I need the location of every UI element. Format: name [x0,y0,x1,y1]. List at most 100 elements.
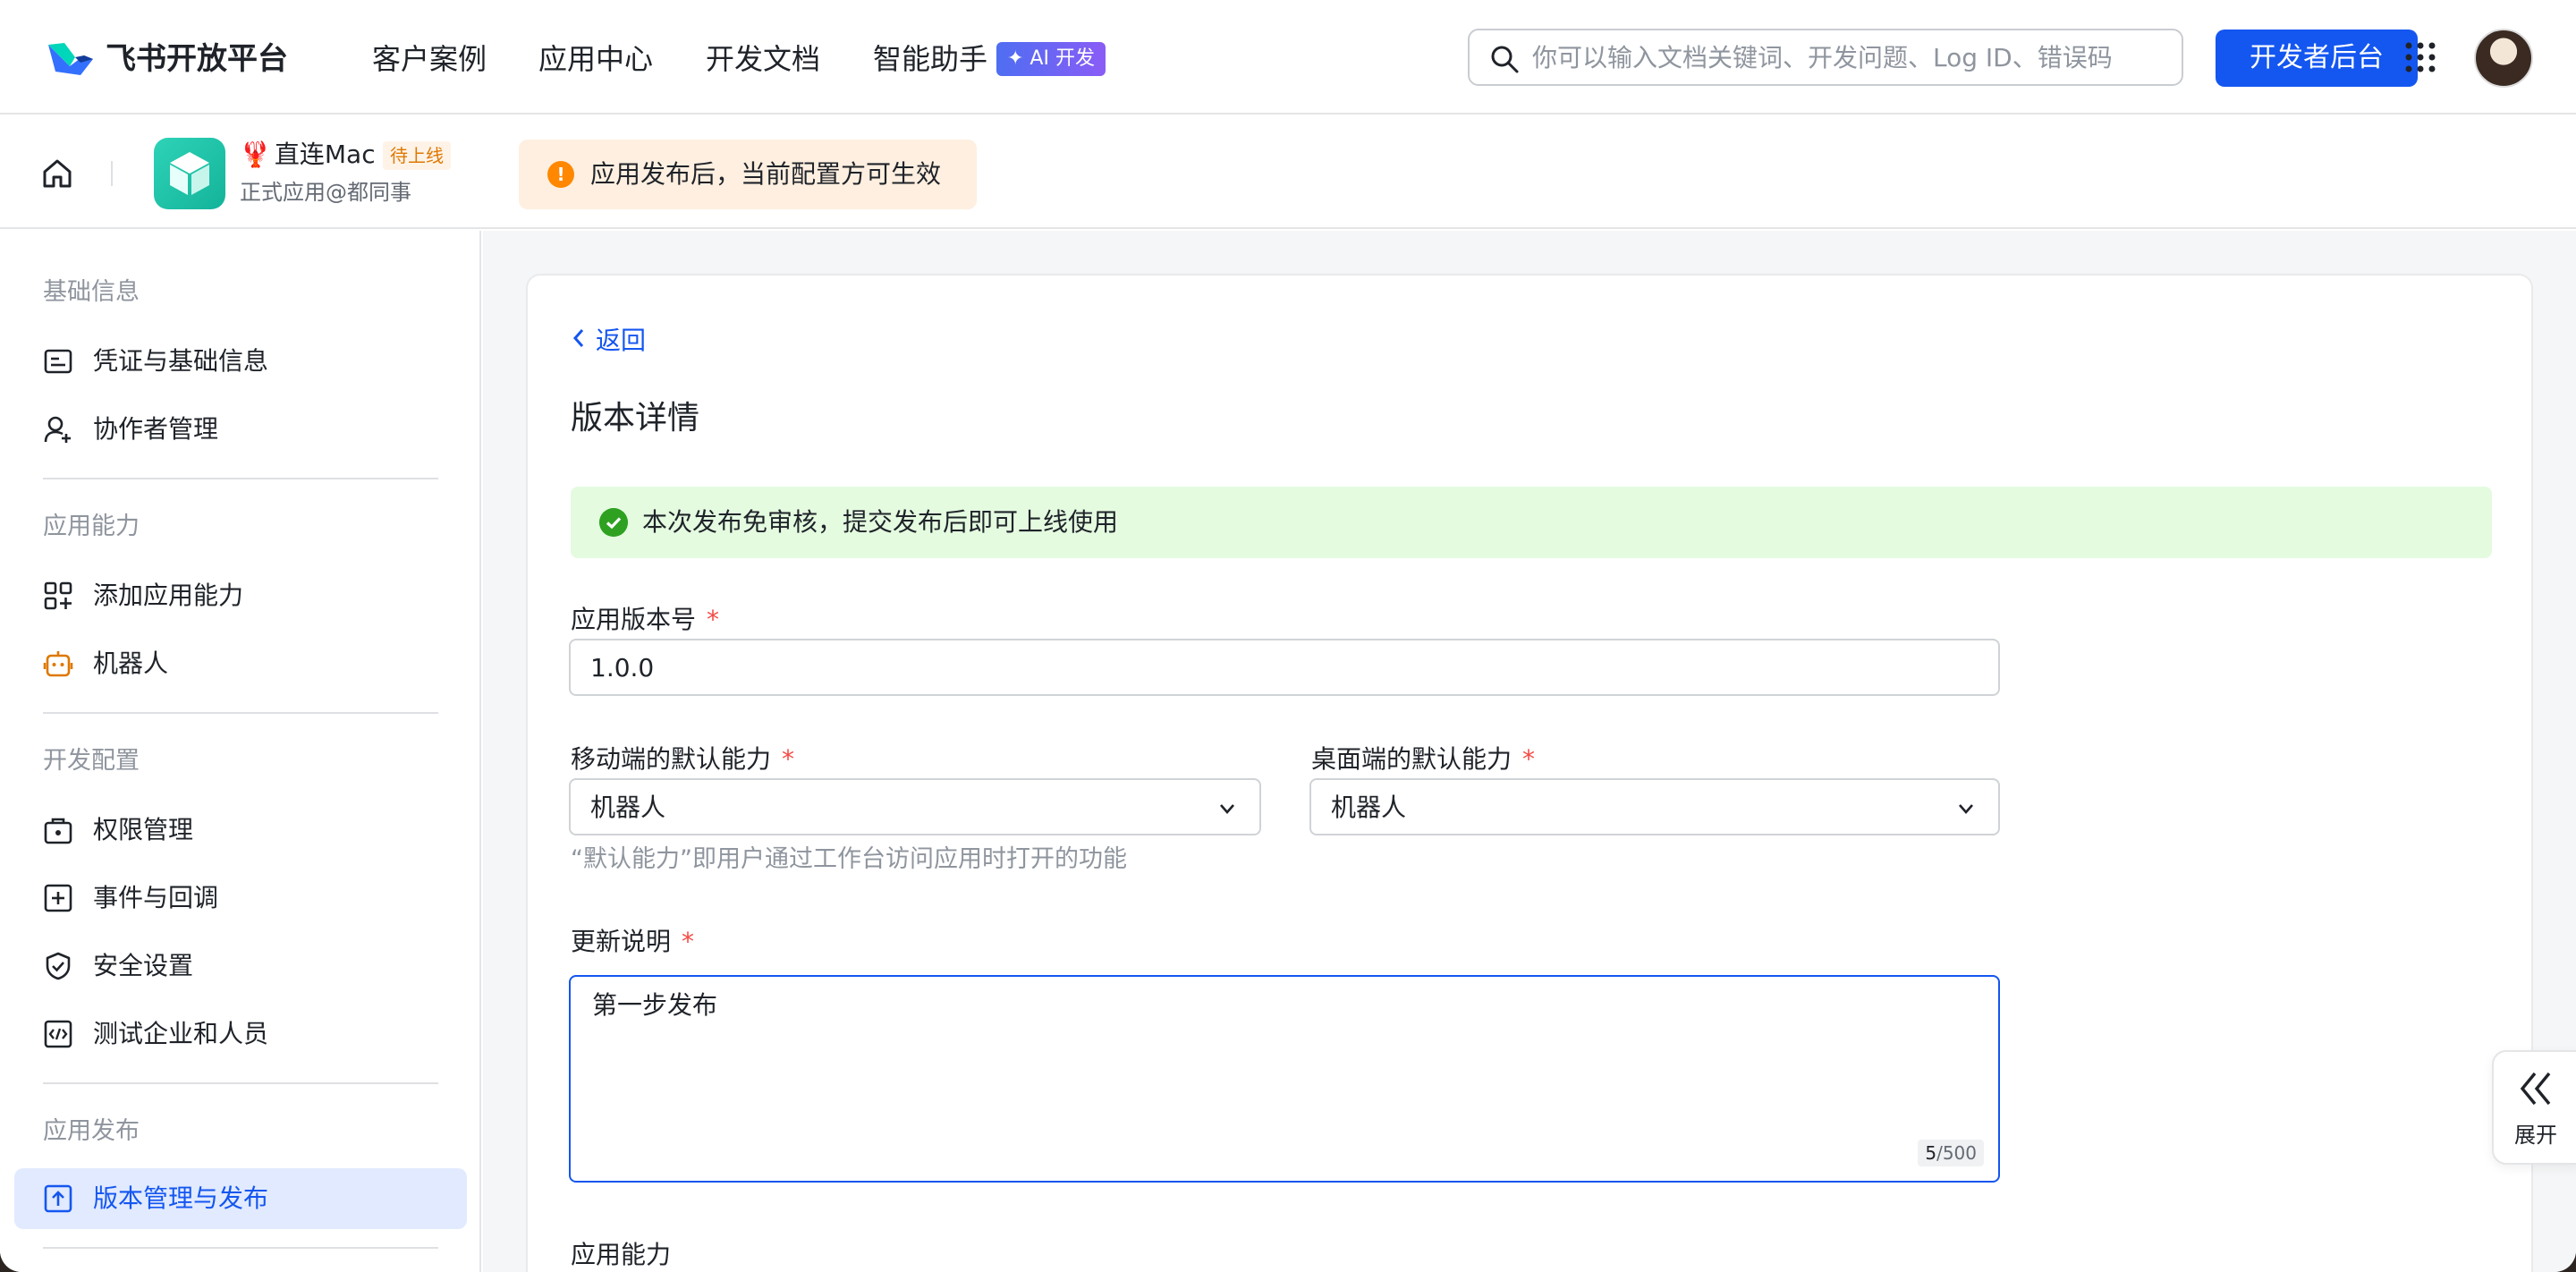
app-name: 🦞 直连Mac [240,138,376,172]
update-notes-value: 第一步发布 [592,990,718,1020]
sidebar-item-credentials[interactable]: 凭证与基础信息 [14,331,467,392]
robot-icon [43,651,73,677]
top-nav: 飞书开放平台 客户案例 应用中心 开发文档 智能助手 ✦ AI 开发 开发者后台 [0,0,2576,114]
section-basic-info: 基础信息 [43,278,140,306]
check-circle-icon [599,508,628,537]
back-label: 返回 [596,326,647,355]
sidebar-item-version-release[interactable]: 版本管理与发布 [14,1168,467,1229]
sidebar-item-test-users[interactable]: 测试企业和人员 [14,1004,467,1064]
sidebar-item-security[interactable]: 安全设置 [14,936,467,996]
notes-label-text: 更新说明 [571,927,672,956]
ai-dev-badge[interactable]: ✦ AI 开发 [996,42,1106,76]
app-cube-icon [154,138,225,209]
divider [43,1247,438,1249]
desktop-default-select[interactable]: 机器人 [1309,778,2000,835]
success-banner: 本次发布免审核，提交发布后即可上线使用 [571,487,2492,558]
char-max: /500 [1936,1142,1977,1164]
version-value: 1.0.0 [590,653,655,683]
required-mark: * [1522,744,1536,774]
divider [43,1082,438,1084]
nav-smart-assistant[interactable]: 智能助手 [873,39,987,79]
back-link[interactable]: 返回 [571,324,646,358]
sidebar-item-label: 机器人 [93,649,169,678]
feishu-logo-icon[interactable] [45,36,97,79]
sidebar-item-label: 协作者管理 [93,414,219,444]
capability-section-label: 应用能力 [571,1240,672,1269]
user-avatar[interactable] [2474,29,2533,88]
search-input[interactable] [1532,38,2158,77]
lobster-emoji: 🦞 [240,140,271,169]
mobile-default-label: 移动端的默认能力 * [571,742,794,776]
sidebar-item-label: 权限管理 [93,815,194,844]
add-grid-icon [44,581,72,610]
mobile-default-select[interactable]: 机器人 [569,778,1261,835]
sidebar-item-label: 安全设置 [93,951,194,980]
add-user-icon [44,416,71,443]
sidebar-item-label: 版本管理与发布 [93,1183,269,1213]
desktop-default-label-text: 桌面端的默认能力 [1311,744,1513,774]
sidebar-item-label: 测试企业和人员 [93,1019,269,1048]
section-app-capability: 应用能力 [43,513,140,540]
sidebar-item-events[interactable]: 事件与回调 [14,868,467,929]
page-title: 版本详情 [571,400,700,437]
section-dev-config: 开发配置 [43,747,140,775]
brand-name[interactable]: 飞书开放平台 [106,39,288,79]
app-name-text: 直连Mac [274,140,376,169]
warning-icon: ! [547,161,574,188]
permission-box-icon [44,818,72,844]
nav-dev-docs[interactable]: 开发文档 [706,39,820,79]
chevron-down-icon [1959,804,1973,814]
required-mark: * [707,605,720,634]
divider [111,161,113,186]
version-label: 应用版本号 * [571,603,719,637]
event-plus-icon [44,884,72,912]
app-subtitle: 正式应用@都同事 [240,180,411,205]
success-banner-text: 本次发布免审核，提交发布后即可上线使用 [642,507,1119,537]
nav-app-center[interactable]: 应用中心 [538,39,653,79]
code-box-icon [44,1020,72,1048]
required-mark: * [682,927,695,956]
update-notes-textarea[interactable]: 第一步发布 5/500 [569,975,2000,1183]
default-capability-hint: “默认能力”即用户通过工作台访问应用时打开的功能 [571,845,1127,873]
sidebar-item-collaborators[interactable]: 协作者管理 [14,399,467,460]
version-input[interactable]: 1.0.0 [569,639,2000,696]
mobile-default-value: 机器人 [590,793,666,822]
sidebar-item-add-capability[interactable]: 添加应用能力 [14,565,467,626]
app-grid-icon[interactable] [2404,41,2436,73]
app-window: 飞书开放平台 客户案例 应用中心 开发文档 智能助手 ✦ AI 开发 开发者后台 [0,0,2576,1272]
desktop-default-value: 机器人 [1331,793,1407,822]
expand-panel-button[interactable]: 展开 [2492,1050,2576,1165]
char-counter: 5/500 [1918,1140,1984,1166]
publish-warning-banner: ! 应用发布后，当前配置方可生效 [519,140,977,209]
nav-customer-cases[interactable]: 客户案例 [372,39,487,79]
double-chevron-left-icon [2520,1072,2551,1106]
upload-box-icon [44,1184,72,1213]
section-app-release: 应用发布 [43,1117,140,1145]
sidebar-item-label: 事件与回调 [93,883,219,912]
doc-search-box[interactable] [1468,29,2183,86]
chevron-down-icon [1220,804,1234,814]
char-count: 5 [1925,1142,1937,1164]
sidebar-item-label: 凭证与基础信息 [93,346,269,376]
chevron-left-icon [572,329,584,347]
sidebar-item-bot[interactable]: 机器人 [14,633,467,694]
version-label-text: 应用版本号 [571,605,697,634]
id-card-icon [44,349,72,374]
desktop-default-label: 桌面端的默认能力 * [1311,742,1535,776]
shield-icon [46,952,71,980]
sidebar-item-label: 添加应用能力 [93,581,244,610]
app-header: 🦞 直连Mac 待上线 正式应用@都同事 ! 应用发布后，当前配置方可生效 [0,116,2576,229]
sidebar-item-permissions[interactable]: 权限管理 [14,800,467,861]
divider [43,712,438,714]
sidebar: 基础信息 凭证与基础信息 协作者管理 应用能力 添加应用能力 机器人 开发配置 … [0,231,481,1272]
notes-label: 更新说明 * [571,925,694,959]
home-icon[interactable] [41,157,73,190]
required-mark: * [782,744,795,774]
search-icon [1491,46,1519,73]
expand-label: 展开 [2514,1123,2557,1148]
developer-console-button[interactable]: 开发者后台 [2216,30,2418,87]
warning-text: 应用发布后，当前配置方可生效 [590,159,942,189]
status-badge: 待上线 [383,141,451,170]
mobile-default-label-text: 移动端的默认能力 [571,744,772,774]
divider [43,478,438,479]
